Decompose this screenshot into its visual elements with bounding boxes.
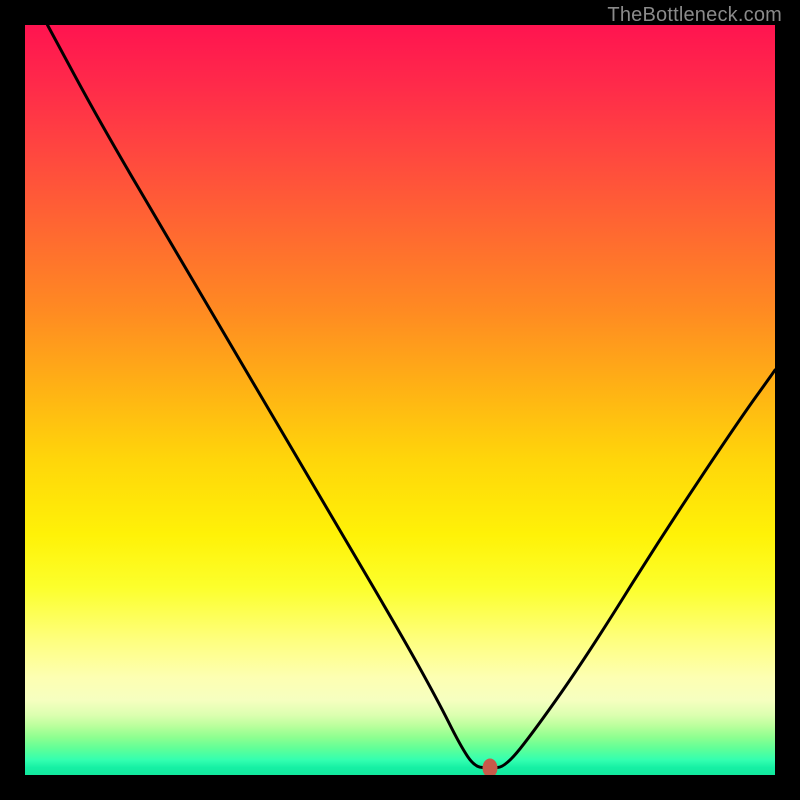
optimal-point-marker: [483, 758, 498, 775]
plot-area: [25, 25, 775, 775]
bottleneck-curve: [25, 25, 775, 775]
chart-frame: TheBottleneck.com: [0, 0, 800, 800]
watermark-text: TheBottleneck.com: [607, 4, 782, 27]
